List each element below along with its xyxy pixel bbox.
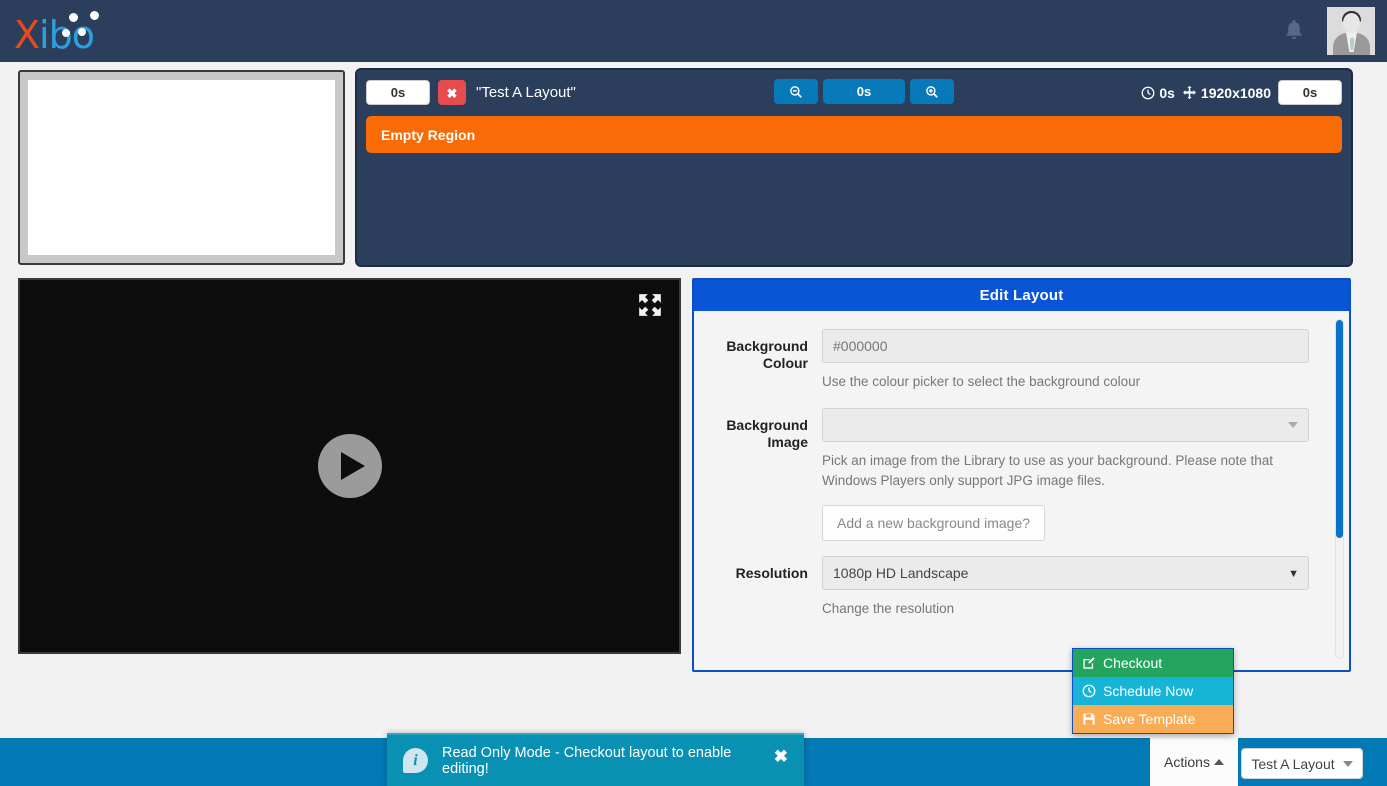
toast-close-button[interactable]: ✖ [774, 747, 788, 775]
layout-name-label: "Test A Layout" [476, 83, 576, 101]
floppy-disk-icon [1083, 713, 1095, 725]
background-image-help: Pick an image from the Library to use as… [822, 453, 1273, 488]
region-empty[interactable]: Empty Region [366, 116, 1342, 153]
zoom-in-icon [926, 85, 938, 98]
avatar-head [1343, 13, 1360, 33]
play-icon [340, 452, 365, 480]
background-image-label: Background Image [726, 417, 808, 450]
resolution-meta-value: 1920x1080 [1200, 84, 1271, 101]
zoom-in-button[interactable] [910, 79, 954, 104]
edit-layout-panel: Edit Layout Background Colour Use the co… [692, 278, 1351, 672]
timeline-meta: 0s 1920x1080 0s [1141, 80, 1342, 105]
layout-duration-badge: 0s [366, 79, 430, 105]
resolution-meta: 1920x1080 [1182, 85, 1271, 101]
clock-icon [1082, 684, 1096, 698]
background-colour-input[interactable] [822, 329, 1309, 363]
avatar[interactable] [1327, 7, 1375, 55]
readonly-toast: i Read Only Mode - Checkout layout to en… [387, 733, 804, 786]
layout-selector-button[interactable]: Test A Layout [1241, 748, 1363, 779]
timeline-toolbar: 0s ✖ "Test A Layout" 0s 0s 1920x1080 0s [366, 79, 1342, 105]
xibo-logo[interactable]: Xibo [14, 7, 134, 57]
edit-layout-title: Edit Layout [694, 280, 1349, 311]
resolution-select[interactable]: 1080p HD Landscape ▼ [822, 556, 1309, 590]
logo-dot-3 [62, 29, 70, 37]
delete-layout-button[interactable]: ✖ [438, 79, 466, 105]
layout-timeline-panel: 0s ✖ "Test A Layout" 0s 0s 1920x1080 0s … [355, 68, 1353, 267]
background-image-row: Background Image Pick an image from the … [704, 408, 1323, 541]
caret-up-icon [1213, 759, 1224, 765]
edit-layout-form: Background Colour Use the colour picker … [694, 311, 1349, 670]
timeline-right-duration: 0s [1278, 80, 1342, 105]
play-button[interactable] [317, 434, 382, 498]
actions-button-label: Actions [1164, 754, 1210, 770]
menu-item-save-template[interactable]: Save Template [1073, 705, 1233, 733]
clock-icon [1141, 86, 1155, 99]
form-scrollbar-thumb[interactable] [1336, 320, 1343, 538]
menu-item-schedule-now-label: Schedule Now [1103, 683, 1194, 699]
layout-thumbnail-canvas [28, 80, 335, 255]
top-navbar: Xibo [0, 0, 1387, 62]
bell-icon[interactable] [1283, 18, 1305, 45]
resolution-help: Change the resolution [822, 601, 955, 616]
menu-item-checkout[interactable]: Checkout [1073, 649, 1233, 677]
logo-x: X [14, 13, 40, 57]
background-colour-label: Background Colour [726, 338, 808, 371]
menu-item-checkout-label: Checkout [1103, 655, 1163, 671]
layout-thumbnail[interactable] [18, 70, 345, 265]
add-background-image-button[interactable]: Add a new background image? [822, 505, 1046, 541]
zoom-out-button[interactable] [774, 79, 818, 104]
layout-preview[interactable] [18, 278, 681, 654]
fullscreen-button[interactable] [637, 292, 663, 318]
layout-selector-label: Test A Layout [1251, 755, 1335, 772]
actions-button[interactable]: Actions [1150, 738, 1238, 786]
zoom-out-icon [790, 85, 802, 98]
logo-dot-2 [90, 11, 99, 20]
caret-down-icon [1342, 760, 1353, 767]
actions-dropdown-menu: Checkout Schedule Now Save Template [1072, 648, 1234, 734]
background-image-select[interactable] [822, 408, 1309, 442]
logo-dot-1 [69, 13, 78, 22]
fullscreen-icon [639, 294, 661, 316]
form-scrollbar-track[interactable] [1335, 319, 1344, 659]
resolution-value: 1080p HD Landscape [833, 565, 969, 581]
resolution-label: Resolution [735, 565, 808, 581]
timeline-zoom-group: 0s [774, 79, 954, 104]
background-colour-help: Use the colour picker to select the back… [822, 374, 1141, 389]
region-label: Empty Region [381, 126, 476, 143]
edit-square-icon [1083, 657, 1095, 669]
timeline-zoom-duration[interactable]: 0s [823, 79, 905, 104]
background-colour-row: Background Colour Use the colour picker … [704, 329, 1323, 392]
navbar-right-group [1283, 7, 1387, 55]
duration-meta: 0s [1141, 85, 1175, 101]
logo-dot-4 [78, 28, 86, 36]
chevron-down-icon [1288, 422, 1298, 428]
menu-item-schedule-now[interactable]: Schedule Now [1073, 677, 1233, 705]
readonly-toast-message: Read Only Mode - Checkout layout to enab… [442, 744, 732, 777]
duration-meta-value: 0s [1159, 84, 1175, 101]
menu-item-save-template-label: Save Template [1103, 711, 1196, 727]
resolution-row: Resolution 1080p HD Landscape ▼ Change t… [704, 556, 1323, 619]
arrows-move-icon [1183, 85, 1196, 100]
chevron-down-icon: ▼ [1288, 568, 1299, 580]
info-icon: i [403, 748, 428, 773]
